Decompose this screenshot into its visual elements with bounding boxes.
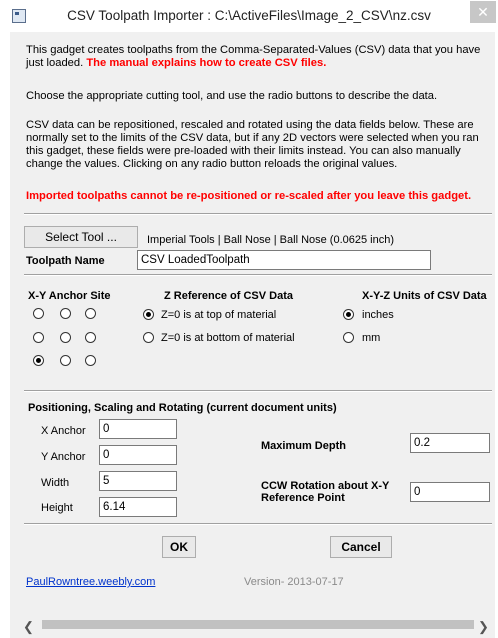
- z-top-radio[interactable]: [143, 309, 154, 320]
- csv-importer-window: CSV Toolpath Importer : C:\ActiveFiles\I…: [0, 0, 498, 638]
- units-heading: X-Y-Z Units of CSV Data: [362, 290, 487, 302]
- positioning-heading: Positioning, Scaling and Rotating (curre…: [28, 402, 337, 414]
- anchor-radio-middle-left[interactable]: [33, 332, 44, 343]
- mm-radio[interactable]: [343, 332, 354, 343]
- manual-notice: The manual explains how to create CSV fi…: [86, 57, 327, 69]
- author-website-link[interactable]: PaulRowntree.weebly.com: [26, 576, 155, 588]
- anchor-radio-top-right[interactable]: [85, 308, 96, 319]
- csv-data-description: CSV data can be repositioned, rescaled a…: [26, 119, 479, 170]
- divider: [24, 274, 492, 276]
- mm-label: mm: [362, 332, 381, 344]
- z-bottom-radio[interactable]: [143, 332, 154, 343]
- x-anchor-label: X Anchor: [41, 425, 86, 437]
- anchor-radio-top-left[interactable]: [33, 308, 44, 319]
- anchor-radio-bottom-right[interactable]: [85, 355, 96, 366]
- close-button[interactable]: ✕: [470, 1, 496, 23]
- ok-button[interactable]: OK: [162, 536, 196, 558]
- width-input[interactable]: [99, 471, 177, 491]
- version-text: Version- 2013-07-17: [244, 576, 344, 588]
- cancel-button[interactable]: Cancel: [330, 536, 392, 558]
- intro-paragraph: This gadget creates toolpaths from the C…: [26, 44, 488, 70]
- window-title: CSV Toolpath Importer : C:\ActiveFiles\I…: [67, 8, 431, 23]
- rotation-label-line1: CCW Rotation about X-Y: [261, 480, 390, 492]
- anchor-site-heading: X-Y Anchor Site: [28, 290, 111, 302]
- height-label: Height: [41, 502, 73, 514]
- anchor-radio-top-center[interactable]: [60, 308, 71, 319]
- height-input[interactable]: [99, 497, 177, 517]
- divider: [24, 523, 492, 525]
- max-depth-label: Maximum Depth: [261, 440, 346, 452]
- toolpath-name-label: Toolpath Name: [26, 255, 105, 267]
- scroll-right-arrow-icon[interactable]: ❯: [478, 619, 489, 635]
- reposition-warning: Imported toolpaths cannot be re-position…: [26, 190, 472, 202]
- width-label: Width: [41, 477, 70, 489]
- divider: [24, 213, 492, 215]
- inches-radio[interactable]: [343, 309, 354, 320]
- y-anchor-input[interactable]: [99, 445, 177, 465]
- z-reference-heading: Z Reference of CSV Data: [164, 290, 293, 302]
- z-top-label: Z=0 is at top of material: [161, 309, 277, 321]
- inches-label: inches: [362, 309, 394, 321]
- horizontal-scrollbar[interactable]: ❮ ❯: [10, 613, 495, 638]
- max-depth-input[interactable]: [410, 433, 490, 453]
- anchor-radio-bottom-left[interactable]: [33, 355, 44, 366]
- x-anchor-input[interactable]: [99, 419, 177, 439]
- select-tool-button[interactable]: Select Tool ...: [24, 226, 138, 248]
- title-bar: CSV Toolpath Importer : C:\ActiveFiles\I…: [0, 0, 498, 32]
- scroll-left-arrow-icon[interactable]: ❮: [23, 619, 34, 635]
- z-bottom-label: Z=0 is at bottom of material: [161, 332, 295, 344]
- rotation-input[interactable]: [410, 482, 490, 502]
- tool-description: Imperial Tools | Ball Nose | Ball Nose (…: [147, 234, 395, 246]
- rotation-label: CCW Rotation about X-Y Reference Point: [261, 480, 389, 504]
- rotation-label-line2: Reference Point: [261, 492, 345, 504]
- choose-tool-text: Choose the appropriate cutting tool, and…: [26, 90, 438, 102]
- dialog-client-area: This gadget creates toolpaths from the C…: [10, 32, 495, 638]
- anchor-radio-bottom-center[interactable]: [60, 355, 71, 366]
- anchor-radio-middle-center[interactable]: [60, 332, 71, 343]
- y-anchor-label: Y Anchor: [41, 451, 86, 463]
- divider: [24, 390, 492, 392]
- anchor-radio-middle-right[interactable]: [85, 332, 96, 343]
- toolpath-name-input[interactable]: [137, 250, 431, 270]
- scrollbar-thumb[interactable]: [42, 620, 474, 629]
